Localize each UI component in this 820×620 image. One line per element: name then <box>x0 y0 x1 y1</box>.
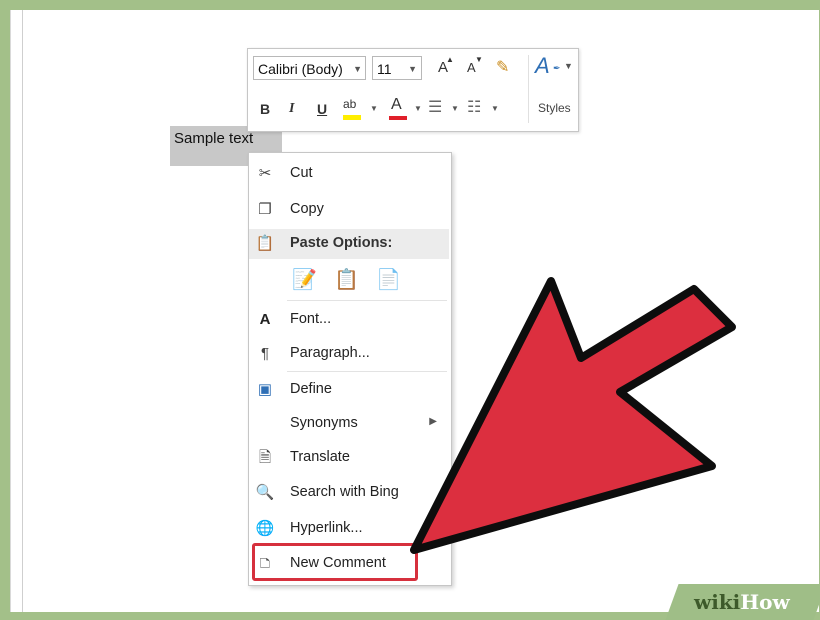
pointer-arrow-graphic <box>410 277 736 554</box>
arrow-shape <box>410 277 736 554</box>
watermark-how: How <box>740 590 790 614</box>
watermark-wiki: wiki <box>694 590 741 614</box>
wikihow-watermark: wikiHow <box>694 590 790 614</box>
